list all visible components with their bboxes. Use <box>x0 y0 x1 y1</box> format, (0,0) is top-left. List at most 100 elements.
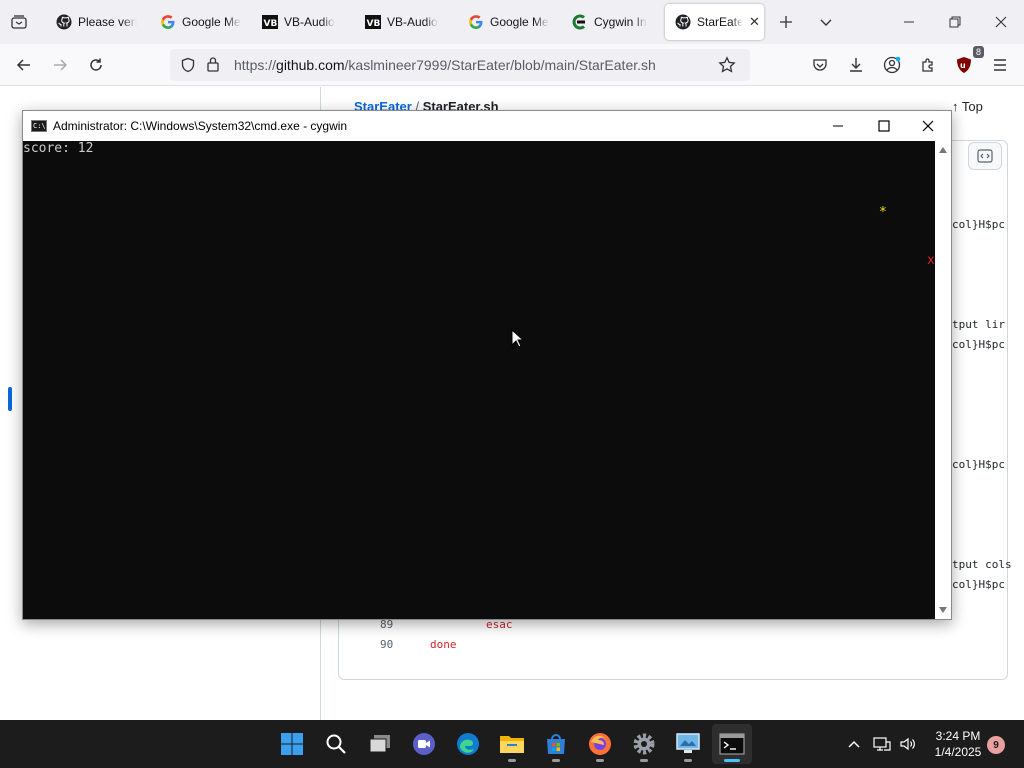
cmd-minimize-icon[interactable] <box>815 111 861 141</box>
meet-icon[interactable] <box>404 724 444 764</box>
tab-google-meet-2[interactable]: Google Me <box>458 4 558 40</box>
svg-text:VB: VB <box>264 19 278 29</box>
google-icon <box>160 14 176 30</box>
tab-please-verify[interactable]: Please veri <box>46 4 150 40</box>
address-bar[interactable]: https://github.com/kaslmineer7999/StarEa… <box>170 49 750 81</box>
github-icon <box>675 14 691 30</box>
code-view-toggle-icon[interactable] <box>968 142 1002 170</box>
code-fragment: tput lir <box>952 318 1005 331</box>
reload-icon[interactable] <box>82 52 110 78</box>
url-path: /kaslmineer7999/StarEater/blob/main/Star… <box>344 57 656 73</box>
lock-icon[interactable] <box>206 56 220 77</box>
search-icon[interactable] <box>316 724 356 764</box>
tab-title: VB-Audio <box>387 15 438 29</box>
tab-title: VB-Audio <box>284 15 335 29</box>
clock-time: 3:24 PM <box>935 729 981 743</box>
console-output[interactable]: score: 12 * x <box>23 141 935 619</box>
google-icon <box>468 14 484 30</box>
file-explorer-icon[interactable] <box>492 724 532 764</box>
running-indicator <box>684 759 692 762</box>
chevron-down-icon[interactable] <box>814 10 838 34</box>
svg-text:u: u <box>960 61 966 70</box>
new-tab-icon[interactable] <box>774 10 798 34</box>
tab-vb-audio-2[interactable]: VB VB-Audio <box>355 4 455 40</box>
firefox-icon[interactable] <box>580 724 620 764</box>
code-fragment: col}H$pc <box>952 578 1005 591</box>
game-star: * <box>879 205 887 220</box>
running-indicator <box>552 759 560 762</box>
navigation-toolbar: https://github.com/kaslmineer7999/StarEa… <box>0 44 1024 86</box>
tab-title: Please veri <box>78 15 138 29</box>
start-icon[interactable] <box>272 724 312 764</box>
tab-title: StarEate <box>697 15 743 29</box>
bookmark-star-icon[interactable] <box>718 56 736 79</box>
vb-audio-icon: VB <box>262 14 278 30</box>
mouse-cursor-icon <box>511 328 525 353</box>
tab-cygwin[interactable]: Cygwin In <box>562 4 662 40</box>
code-fragment: col}H$pc <box>952 458 1005 471</box>
notification-badge[interactable]: 9 <box>987 736 1005 754</box>
running-indicator <box>508 759 516 762</box>
top-button[interactable]: ↑ Top <box>952 99 983 114</box>
forward-icon[interactable] <box>46 52 74 78</box>
cmd-window[interactable]: C:\ Administrator: C:\Windows\System32\c… <box>22 110 952 620</box>
tab-list-icon[interactable] <box>6 10 32 34</box>
github-icon <box>56 14 72 30</box>
tab-google-meet-1[interactable]: Google Me <box>150 4 250 40</box>
downloads-icon[interactable] <box>842 52 870 78</box>
line-number: 90 <box>380 638 394 651</box>
hamburger-menu-icon[interactable] <box>986 52 1014 78</box>
chevron-up-icon[interactable] <box>844 734 864 754</box>
code-fragment: col}H$pc <box>952 338 1005 351</box>
tab-title: Google Me <box>182 15 241 29</box>
account-icon[interactable] <box>878 52 906 78</box>
system-clock[interactable]: 3:24 PM 1/4/2025 <box>926 728 990 760</box>
scroll-down-icon[interactable] <box>938 605 948 615</box>
cmd-titlebar[interactable]: C:\ Administrator: C:\Windows\System32\c… <box>23 111 951 141</box>
windows-taskbar <box>0 720 1024 768</box>
active-nav-marker <box>8 387 12 411</box>
cmd-maximize-icon[interactable] <box>861 111 907 141</box>
arrow-up-icon: ↑ <box>952 99 959 114</box>
tab-vb-audio-1[interactable]: VB VB-Audio <box>252 4 352 40</box>
browser-tab-strip: Please veri Google Me VB VB-Audio VB VB-… <box>0 0 1024 44</box>
volume-icon[interactable] <box>898 734 918 754</box>
back-icon[interactable] <box>10 52 38 78</box>
task-view-icon[interactable] <box>360 724 400 764</box>
top-label: Top <box>961 99 983 114</box>
cygwin-icon <box>572 14 588 30</box>
game-enemy: x <box>927 253 935 268</box>
vb-audio-icon: VB <box>365 14 381 30</box>
extension-badge: 8 <box>972 46 984 58</box>
terminal-icon[interactable] <box>712 724 752 764</box>
tracking-protection-icon[interactable] <box>180 57 196 78</box>
minimize-icon[interactable] <box>886 4 932 40</box>
url-text[interactable]: https://github.com/kaslmineer7999/StarEa… <box>234 57 656 73</box>
cmd-title: Administrator: C:\Windows\System32\cmd.e… <box>53 119 348 133</box>
cmd-scrollbar[interactable] <box>935 141 951 619</box>
scroll-up-icon[interactable] <box>938 145 948 155</box>
score-text: score: 12 <box>23 141 94 156</box>
close-tab-icon[interactable]: ✕ <box>749 14 760 30</box>
url-domain: github.com <box>276 57 345 73</box>
tab-title: Google Me <box>490 15 549 29</box>
svg-text:VB: VB <box>367 19 381 29</box>
remote-desktop-icon[interactable] <box>668 724 708 764</box>
extensions-icon[interactable] <box>914 52 942 78</box>
tab-stareater[interactable]: StarEate ✕ <box>665 4 764 40</box>
clock-date: 1/4/2025 <box>934 745 982 759</box>
restore-icon[interactable] <box>932 4 978 40</box>
store-icon[interactable] <box>536 724 576 764</box>
ublock-origin-icon[interactable]: u 8 <box>950 46 984 78</box>
close-window-icon[interactable] <box>978 4 1024 40</box>
pocket-icon[interactable] <box>806 52 834 78</box>
running-indicator <box>724 759 740 762</box>
settings-icon[interactable] <box>624 724 664 764</box>
running-indicator <box>596 759 604 762</box>
cmd-close-icon[interactable] <box>905 111 951 141</box>
tab-title: Cygwin In <box>594 15 647 29</box>
edge-icon[interactable] <box>448 724 488 764</box>
network-icon[interactable] <box>872 734 892 754</box>
cmd-app-icon: C:\ <box>31 120 47 132</box>
running-indicator <box>640 759 648 762</box>
